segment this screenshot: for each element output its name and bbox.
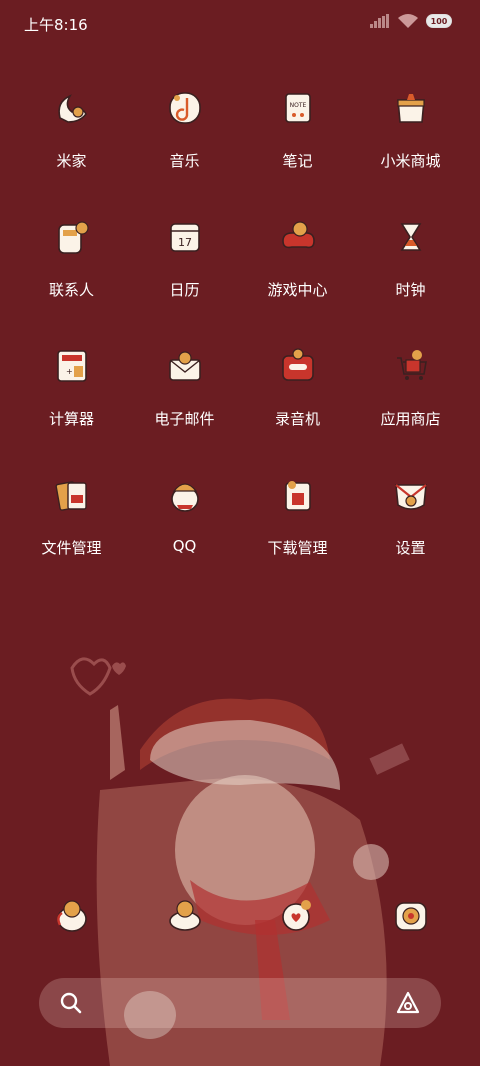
file-manager-icon (54, 481, 87, 511)
app-music[interactable]: 音乐 (128, 88, 241, 217)
app-label: 计算器 (48, 410, 94, 428)
assistant-icon[interactable] (395, 990, 421, 1016)
app-label: 下载管理 (267, 539, 328, 557)
app-label: 音乐 (169, 152, 200, 170)
app-store-icon (396, 350, 427, 380)
dock (0, 895, 480, 939)
notes-icon: NOTE (284, 93, 311, 123)
search-icon[interactable] (59, 991, 83, 1015)
app-label: 日历 (169, 281, 200, 299)
app-contacts[interactable]: 联系人 (15, 217, 128, 346)
email-icon (168, 351, 201, 381)
phone-icon[interactable] (52, 895, 92, 935)
app-row: 联系人 17 日历 游戏中心 时钟 (0, 217, 480, 346)
app-email[interactable]: 电子邮件 (128, 346, 241, 475)
app-label: 笔记 (282, 152, 313, 170)
app-label: QQ (172, 537, 197, 555)
app-label: 电子邮件 (154, 410, 215, 428)
contacts-icon (57, 221, 89, 254)
calendar-icon: 17 (169, 223, 200, 252)
messages-icon[interactable] (165, 895, 205, 935)
app-label: 时钟 (395, 281, 426, 299)
status-bar: 上午8:16 100 (0, 0, 480, 46)
search-bar[interactable] (39, 978, 441, 1028)
app-label: 应用商店 (380, 410, 441, 428)
app-mi-store[interactable]: 小米商城 (354, 88, 467, 217)
download-manager-icon (284, 481, 311, 511)
app-calendar[interactable]: 17 日历 (128, 217, 241, 346)
app-app-store[interactable]: 应用商店 (354, 346, 467, 475)
battery-indicator: 100 (426, 14, 452, 28)
app-notes[interactable]: NOTE 笔记 (241, 88, 354, 217)
app-label: 设置 (395, 539, 426, 557)
app-label: 游戏中心 (267, 281, 328, 299)
qq-icon (170, 483, 199, 512)
app-label: 录音机 (274, 410, 320, 428)
game-center-icon (281, 221, 315, 249)
app-label: 文件管理 (41, 539, 102, 557)
mijia-icon (57, 94, 87, 123)
app-file-manager[interactable]: 文件管理 (15, 475, 128, 604)
clock-icon (400, 223, 421, 251)
app-row: + 计算器 电子邮件 录音机 应用商店 (0, 346, 480, 475)
app-row: 米家 音乐 NOTE 笔记 小米商城 (0, 88, 480, 217)
notes-badge: NOTE (289, 102, 306, 109)
app-row: 文件管理 QQ 下载管理 设置 (0, 475, 480, 604)
app-game-center[interactable]: 游戏中心 (241, 217, 354, 346)
calculator-icon: + (56, 350, 87, 382)
app-settings[interactable]: 设置 (354, 475, 467, 604)
wifi-icon (398, 14, 418, 28)
app-recorder[interactable]: 录音机 (241, 346, 354, 475)
music-icon (168, 92, 201, 124)
browser-icon[interactable] (278, 895, 318, 935)
battery-level: 100 (430, 16, 448, 26)
app-clock[interactable]: 时钟 (354, 217, 467, 346)
calendar-day: 17 (178, 236, 192, 249)
mi-store-icon (396, 94, 425, 123)
signal-icon (370, 14, 389, 28)
app-calculator[interactable]: + 计算器 (15, 346, 128, 475)
app-download-manager[interactable]: 下载管理 (241, 475, 354, 604)
svg-text:+: + (66, 367, 73, 376)
app-qq[interactable]: QQ (128, 475, 241, 604)
status-time: 上午8:16 (24, 16, 88, 34)
app-label: 米家 (56, 152, 87, 170)
app-label: 联系人 (48, 281, 94, 299)
app-grid: 米家 音乐 NOTE 笔记 小米商城 联系人 17 日历 游戏中心 时钟 + 计… (0, 88, 480, 604)
camera-icon[interactable] (391, 895, 431, 935)
settings-icon (394, 484, 427, 510)
app-mijia[interactable]: 米家 (15, 88, 128, 217)
recorder-icon (281, 348, 314, 381)
app-label: 小米商城 (380, 152, 441, 170)
